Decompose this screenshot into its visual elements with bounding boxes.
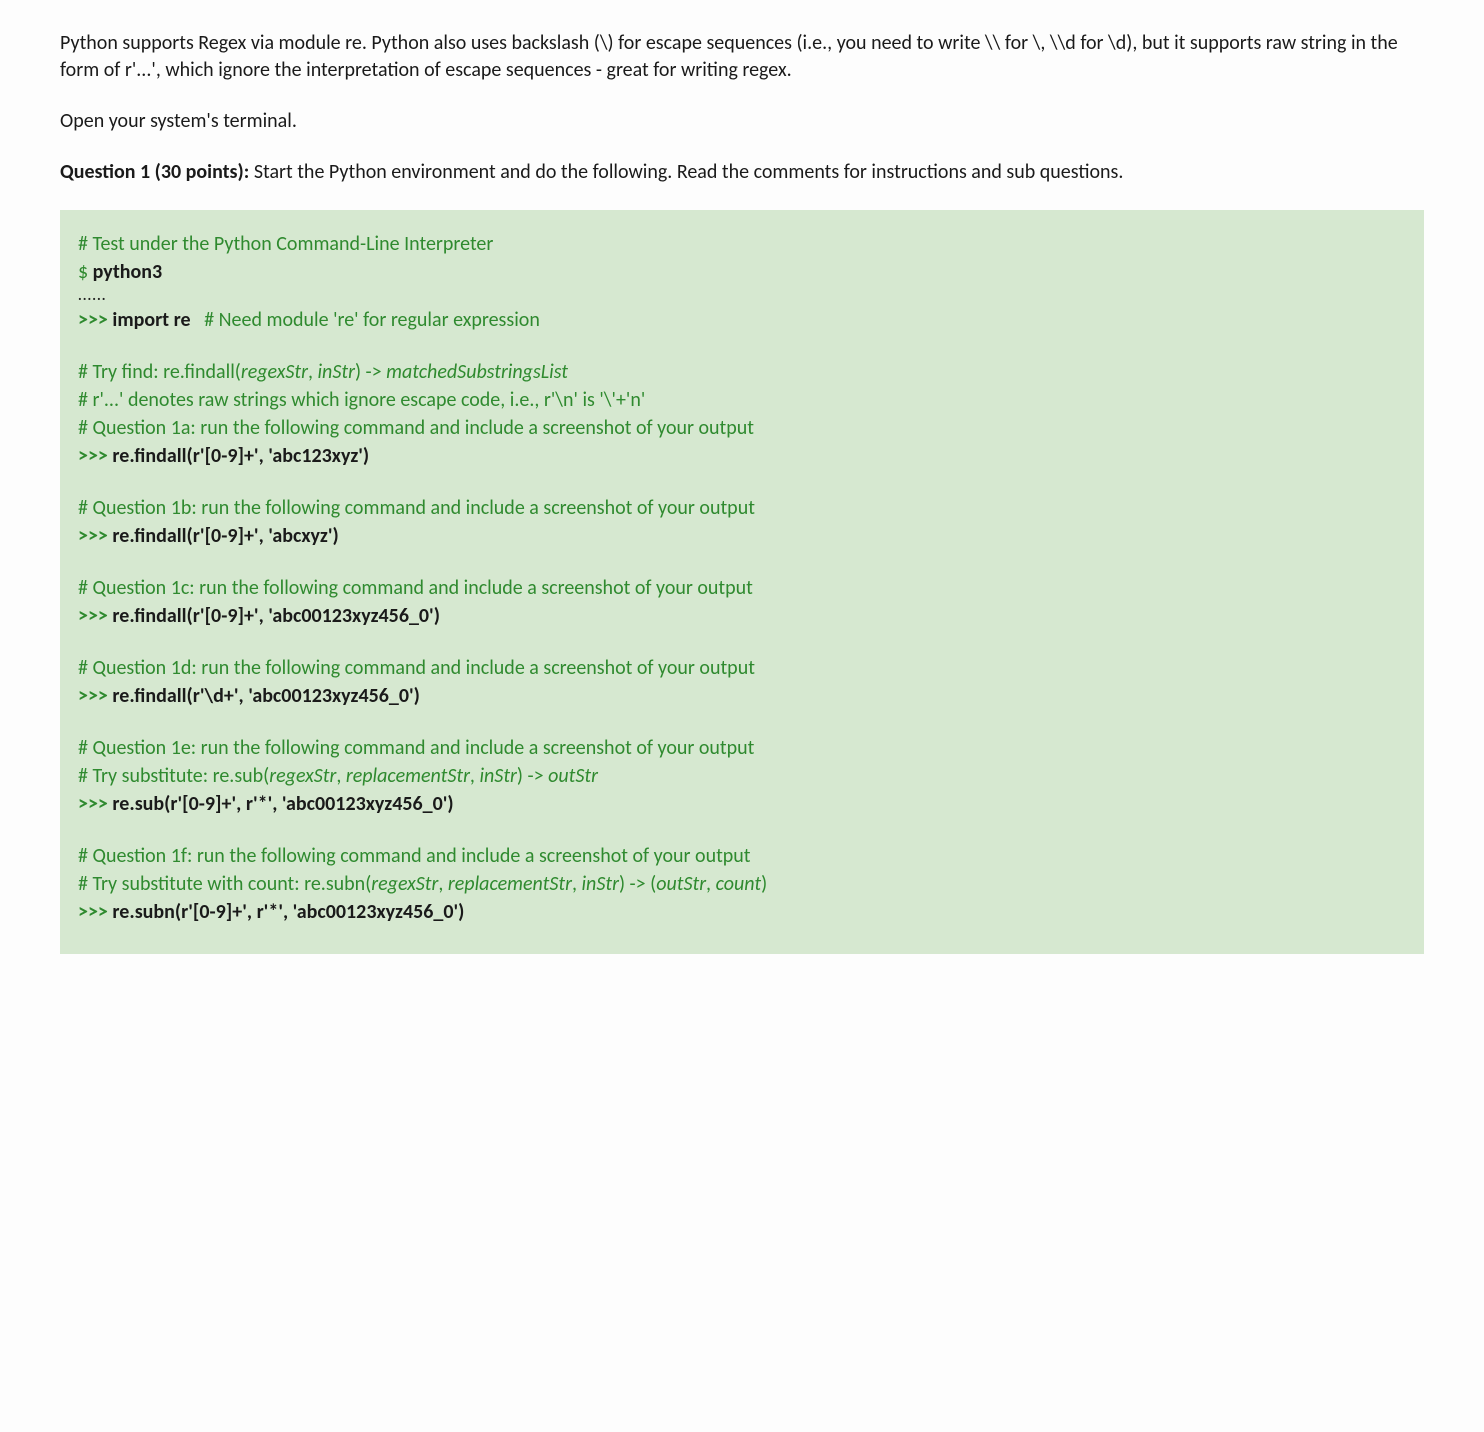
comment-q1e: # Question 1e: run the following command…	[78, 734, 1406, 762]
comment-findall-sig: # Try find: re.findall(regexStr, inStr) …	[78, 358, 1406, 386]
code-block: # Test under the Python Command-Line Int…	[60, 210, 1424, 954]
cmd-q1f: >>> re.subn(r'[0-9]+', r'*', 'abc00123xy…	[78, 898, 1406, 926]
question-label: Question 1 (30 points):	[60, 160, 254, 184]
cmd-q1d: >>> re.findall(r'\d+', 'abc00123xyz456_0…	[78, 682, 1406, 710]
import-line: >>> import re # Need module 're' for reg…	[78, 306, 1406, 334]
cmd-q1a: >>> re.findall(r'[0-9]+', 'abc123xyz')	[78, 442, 1406, 470]
question-text: Start the Python environment and do the …	[254, 160, 1124, 184]
comment-q1b: # Question 1b: run the following command…	[78, 494, 1406, 522]
comment-subn-sig: # Try substitute with count: re.subn(reg…	[78, 870, 1406, 898]
comment-q1f: # Question 1f: run the following command…	[78, 842, 1406, 870]
comment-test-header: # Test under the Python Command-Line Int…	[78, 230, 1406, 258]
comment-q1a: # Question 1a: run the following command…	[78, 414, 1406, 442]
question-1-lead: Question 1 (30 points): Start the Python…	[60, 159, 1424, 186]
cmd-q1e: >>> re.sub(r'[0-9]+', r'*', 'abc00123xyz…	[78, 790, 1406, 818]
intro-paragraph-1: Python supports Regex via module re. Pyt…	[60, 30, 1424, 84]
comment-q1d: # Question 1d: run the following command…	[78, 654, 1406, 682]
cmd-q1c: >>> re.findall(r'[0-9]+', 'abc00123xyz45…	[78, 602, 1406, 630]
intro-paragraph-2: Open your system's terminal.	[60, 108, 1424, 135]
shell-python3: $ python3	[78, 258, 1406, 286]
comment-sub-sig: # Try substitute: re.sub(regexStr, repla…	[78, 762, 1406, 790]
ellipsis-dots: ......	[78, 286, 1406, 306]
comment-q1c: # Question 1c: run the following command…	[78, 574, 1406, 602]
cmd-q1b: >>> re.findall(r'[0-9]+', 'abcxyz')	[78, 522, 1406, 550]
comment-rawstring: # r'...' denotes raw strings which ignor…	[78, 386, 1406, 414]
